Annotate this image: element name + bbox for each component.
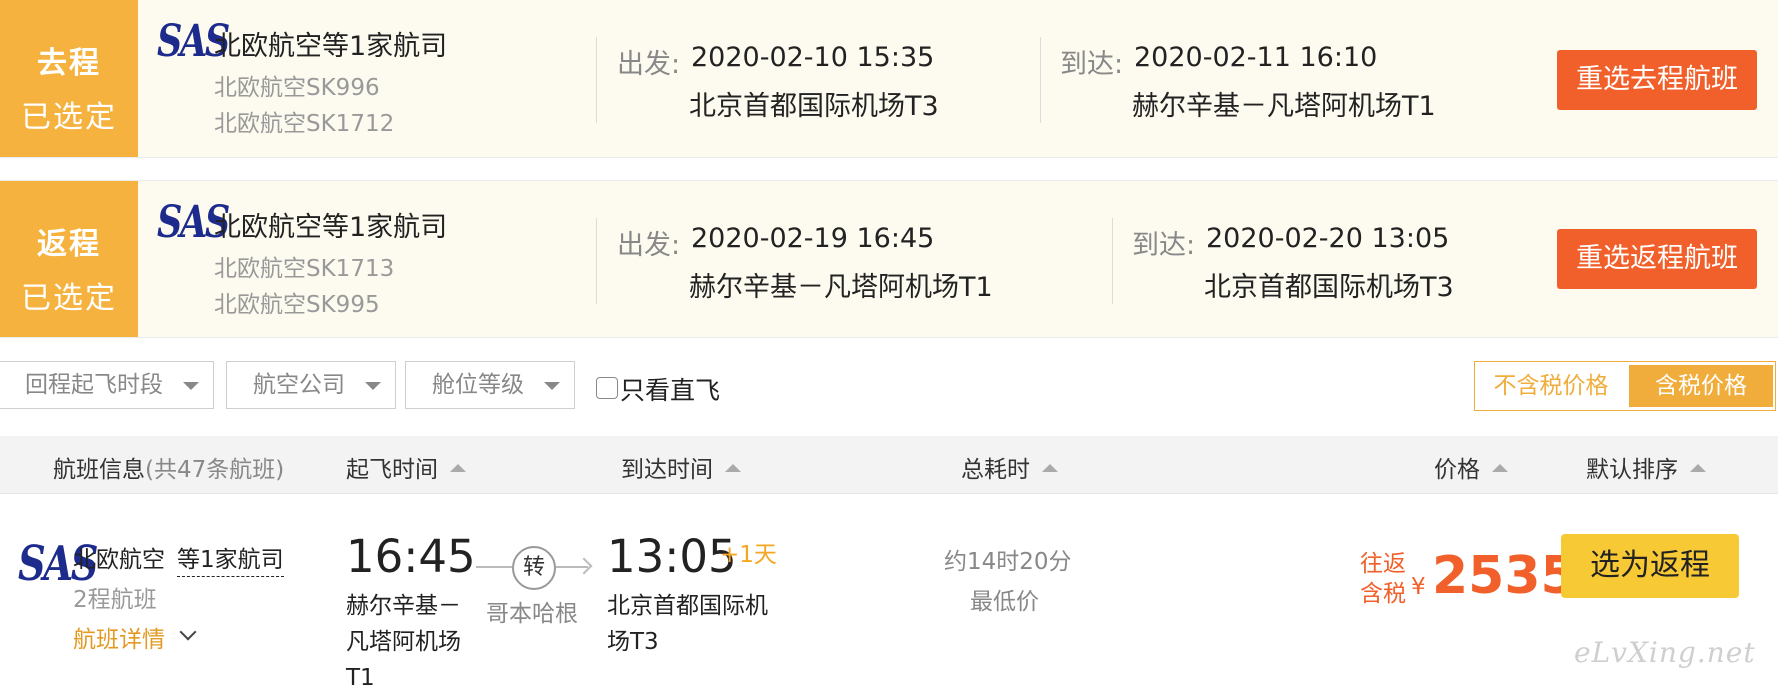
sort-by-price[interactable]: 价格 xyxy=(1434,450,1508,484)
return-selected-card: 返程 已选定 SAS 北欧航空等1家航司 北欧航空SK1713 北欧航空SK99… xyxy=(0,180,1778,338)
return-dep-label: 出发: xyxy=(617,230,681,261)
return-flight-2: 北欧航空SK995 xyxy=(214,292,380,318)
sort-up-icon xyxy=(1690,463,1706,472)
return-tag: 返程 已选定 xyxy=(0,181,138,337)
result-arr-airport: 北京首都国际机场T3 xyxy=(607,593,768,655)
return-tag-title: 返程 xyxy=(37,227,101,262)
sort-up-icon xyxy=(450,463,466,472)
outbound-dep-airport: 北京首都国际机场T3 xyxy=(689,91,939,122)
divider xyxy=(596,37,597,123)
filter-label: 回程起飞时段 xyxy=(25,372,163,398)
header-dep-time-label: 起飞时间 xyxy=(346,457,438,483)
return-arr-label: 到达: xyxy=(1132,230,1196,261)
results-table-header: 航班信息(共47条航班) 起飞时间 到达时间 总耗时 价格 默认排序 xyxy=(0,436,1778,494)
currency-symbol: ¥ xyxy=(1411,574,1426,600)
return-airline: 北欧航空等1家航司 xyxy=(214,212,448,243)
header-sort-label: 默认排序 xyxy=(1586,457,1678,483)
sort-by-arrival[interactable]: 到达时间 xyxy=(621,450,741,484)
sort-up-icon xyxy=(1042,463,1058,472)
header-arr-time-label: 到达时间 xyxy=(621,457,713,483)
next-day-badge: +1天 xyxy=(720,542,777,568)
more-airlines-link[interactable]: 等1家航司 xyxy=(177,540,284,577)
header-duration-label: 总耗时 xyxy=(961,457,1030,483)
sort-by-departure[interactable]: 起飞时间 xyxy=(346,450,466,484)
select-as-return-button[interactable]: 选为返程 xyxy=(1561,534,1739,598)
caret-down-icon xyxy=(365,382,381,390)
outbound-arr-label: 到达: xyxy=(1060,49,1124,80)
header-flight-info: 航班信息(共47条航班) xyxy=(53,450,284,484)
header-flight-info-label: 航班信息 xyxy=(53,457,145,483)
result-arr-time: 13:05 xyxy=(607,530,737,583)
result-duration: 约14时20分 xyxy=(944,549,1072,575)
outbound-dep-datetime: 2020-02-10 15:35 xyxy=(691,42,935,73)
return-tag-status: 已选定 xyxy=(21,281,117,316)
return-flight-1: 北欧航空SK1713 xyxy=(214,256,395,282)
cabin-class-filter[interactable]: 舱位等级 xyxy=(405,361,575,409)
caret-down-icon xyxy=(544,382,560,390)
outbound-dep-label: 出发: xyxy=(617,49,681,80)
divider xyxy=(1112,218,1113,304)
result-airline: 北欧航空 xyxy=(73,547,165,573)
result-dep-time: 16:45 xyxy=(346,530,476,583)
outbound-flight-1: 北欧航空SK996 xyxy=(214,75,380,101)
divider xyxy=(596,218,597,304)
transfer-city: 哥本哈根 xyxy=(486,601,578,627)
airline-filter[interactable]: 航空公司 xyxy=(226,361,396,409)
lowest-price-badge: 最低价 xyxy=(970,589,1039,615)
result-segments: 2程航班 xyxy=(73,587,157,613)
caret-down-icon xyxy=(183,382,199,390)
direct-only-label[interactable]: 只看直飞 xyxy=(620,371,720,407)
divider xyxy=(1040,37,1041,123)
outbound-tag: 去程 已选定 xyxy=(0,0,138,157)
outbound-arr-datetime: 2020-02-11 16:10 xyxy=(1134,42,1378,73)
return-dep-datetime: 2020-02-19 16:45 xyxy=(691,223,935,254)
chevron-down-icon[interactable] xyxy=(179,623,197,641)
sort-default[interactable]: 默认排序 xyxy=(1586,450,1706,484)
result-dep-airport: 赫尔辛基－凡塔阿机场T1 xyxy=(346,593,461,688)
route-line xyxy=(476,566,512,568)
reselect-outbound-button[interactable]: 重选去程航班 xyxy=(1557,50,1757,110)
direct-only-checkbox[interactable] xyxy=(596,377,618,399)
outbound-selected-card: 去程 已选定 SAS 北欧航空等1家航司 北欧航空SK996 北欧航空SK171… xyxy=(0,0,1778,158)
watermark: eLvXing.net xyxy=(1574,636,1756,669)
outbound-arr-airport: 赫尔辛基－凡塔阿机场T1 xyxy=(1132,91,1436,122)
price-type-tax: 含税 xyxy=(1360,581,1406,607)
header-price-label: 价格 xyxy=(1434,457,1480,483)
result-price: 2535 xyxy=(1432,546,1577,606)
sort-up-icon xyxy=(725,463,741,472)
sort-up-icon xyxy=(1492,463,1508,472)
filter-label: 航空公司 xyxy=(253,372,345,398)
outbound-flight-2: 北欧航空SK1712 xyxy=(214,111,395,137)
transfer-icon: 转 xyxy=(512,546,556,590)
return-arr-datetime: 2020-02-20 13:05 xyxy=(1206,223,1450,254)
header-flight-count: (共47条航班) xyxy=(145,457,285,483)
flight-details-link[interactable]: 航班详情 xyxy=(73,620,165,654)
filter-label: 舱位等级 xyxy=(432,372,524,398)
outbound-tag-status: 已选定 xyxy=(21,100,117,135)
return-departure-time-filter[interactable]: 回程起飞时段 xyxy=(0,361,214,409)
tax-price-toggle: 不含税价格 含税价格 xyxy=(1474,361,1776,411)
arrow-right-icon xyxy=(575,557,593,575)
outbound-tag-title: 去程 xyxy=(37,46,101,81)
return-arr-airport: 北京首都国际机场T3 xyxy=(1204,272,1454,303)
price-type-roundtrip: 往返 xyxy=(1360,551,1406,577)
tax-included-option[interactable]: 含税价格 xyxy=(1629,365,1773,407)
return-dep-airport: 赫尔辛基－凡塔阿机场T1 xyxy=(689,272,993,303)
reselect-return-button[interactable]: 重选返程航班 xyxy=(1557,229,1757,289)
tax-excluded-option[interactable]: 不含税价格 xyxy=(1475,362,1627,410)
outbound-airline: 北欧航空等1家航司 xyxy=(214,31,448,62)
sort-by-duration[interactable]: 总耗时 xyxy=(961,450,1058,484)
